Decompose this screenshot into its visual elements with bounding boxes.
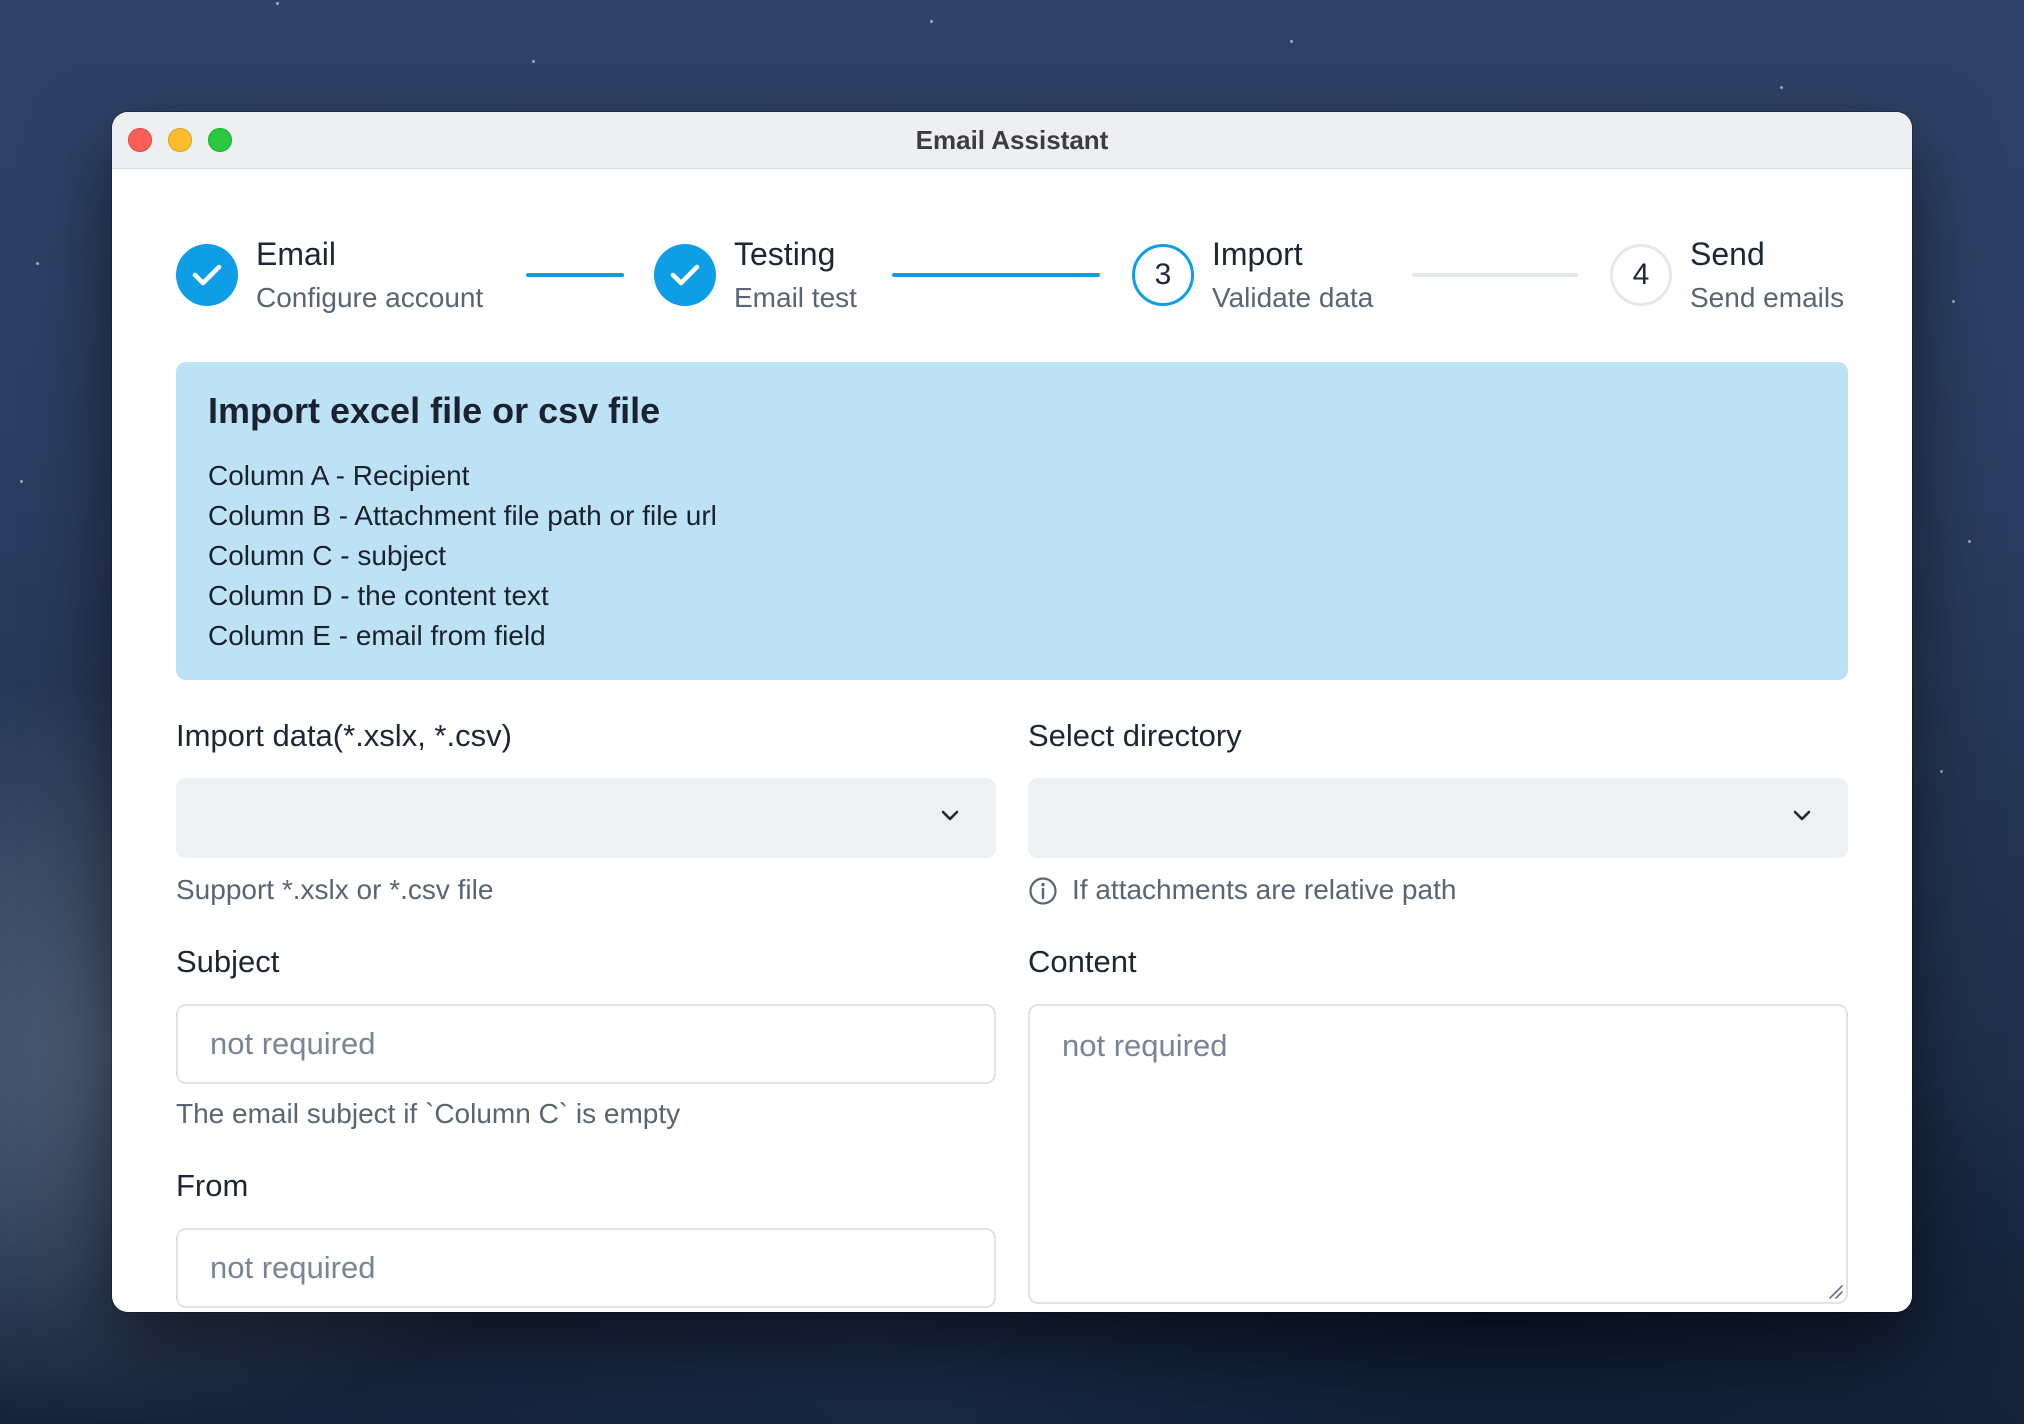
info-line-column-b: Column B - Attachment file path or file … — [208, 500, 717, 531]
step-testing-title: Testing — [734, 236, 836, 272]
step-email-title: Email — [256, 236, 337, 272]
from-label: From — [176, 1168, 249, 1203]
background-star — [1968, 540, 1971, 543]
step-send-number: 4 — [1610, 244, 1672, 306]
step-connector — [892, 273, 1100, 277]
background-star — [36, 262, 39, 265]
info-line-column-c: Column C - subject — [208, 540, 447, 571]
background-star — [276, 2, 279, 5]
check-icon — [670, 264, 700, 286]
step-email-done-icon — [176, 244, 238, 306]
info-panel-title: Import excel file or csv file — [208, 390, 661, 431]
import-data-hint: Support *.xslx or *.csv file — [176, 874, 494, 905]
select-directory-hint-row: If attachments are relative path — [1028, 874, 1848, 910]
app-window: Email Assistant Email Configure account … — [112, 112, 1912, 1312]
step-testing-done-icon — [654, 244, 716, 306]
background-star — [1290, 40, 1293, 43]
chevron-down-icon — [1793, 810, 1811, 821]
from-input[interactable] — [176, 1228, 996, 1308]
select-directory-select[interactable] — [1028, 778, 1848, 858]
step-send-subtitle: Send emails — [1690, 282, 1845, 313]
check-icon — [192, 264, 222, 286]
select-directory-hint: If attachments are relative path — [1072, 874, 1457, 905]
step-send-title: Send — [1690, 236, 1765, 272]
subject-input[interactable] — [176, 1004, 996, 1084]
select-directory-label: Select directory — [1028, 718, 1242, 753]
background-star — [1952, 300, 1955, 303]
background-star — [930, 20, 933, 23]
content-textarea-wrapper — [1028, 1004, 1848, 1304]
window-title: Email Assistant — [915, 125, 1109, 155]
title-bar: Email Assistant — [112, 112, 1912, 169]
step-import-number: 3 — [1132, 244, 1194, 306]
background-star — [20, 480, 23, 483]
import-info-panel: Import excel file or csv file Column A -… — [176, 362, 1848, 680]
info-line-column-d: Column D - the content text — [208, 580, 549, 611]
info-line-column-e: Column E - email from field — [208, 620, 546, 651]
background-star — [1940, 770, 1943, 773]
import-data-select[interactable] — [176, 778, 996, 858]
subject-hint: The email subject if `Column C` is empty — [176, 1098, 681, 1129]
background-star — [532, 60, 535, 63]
import-data-label: Import data(*.xslx, *.csv) — [176, 718, 512, 753]
content-textarea[interactable] — [1028, 1004, 1848, 1304]
resize-grip-icon[interactable] — [1828, 1284, 1844, 1300]
step-testing-subtitle: Email test — [734, 282, 857, 313]
content-label: Content — [1028, 944, 1137, 979]
step-email-subtitle: Configure account — [256, 282, 484, 313]
step-import-title: Import — [1212, 236, 1303, 272]
background-star — [1780, 86, 1783, 89]
info-line-column-a: Column A - Recipient — [208, 460, 470, 491]
step-import-subtitle: Validate data — [1212, 282, 1374, 313]
chevron-down-icon — [941, 810, 959, 821]
step-connector — [526, 273, 624, 277]
step-connector — [1412, 273, 1578, 277]
info-circle-icon — [1029, 877, 1057, 905]
subject-label: Subject — [176, 944, 280, 979]
